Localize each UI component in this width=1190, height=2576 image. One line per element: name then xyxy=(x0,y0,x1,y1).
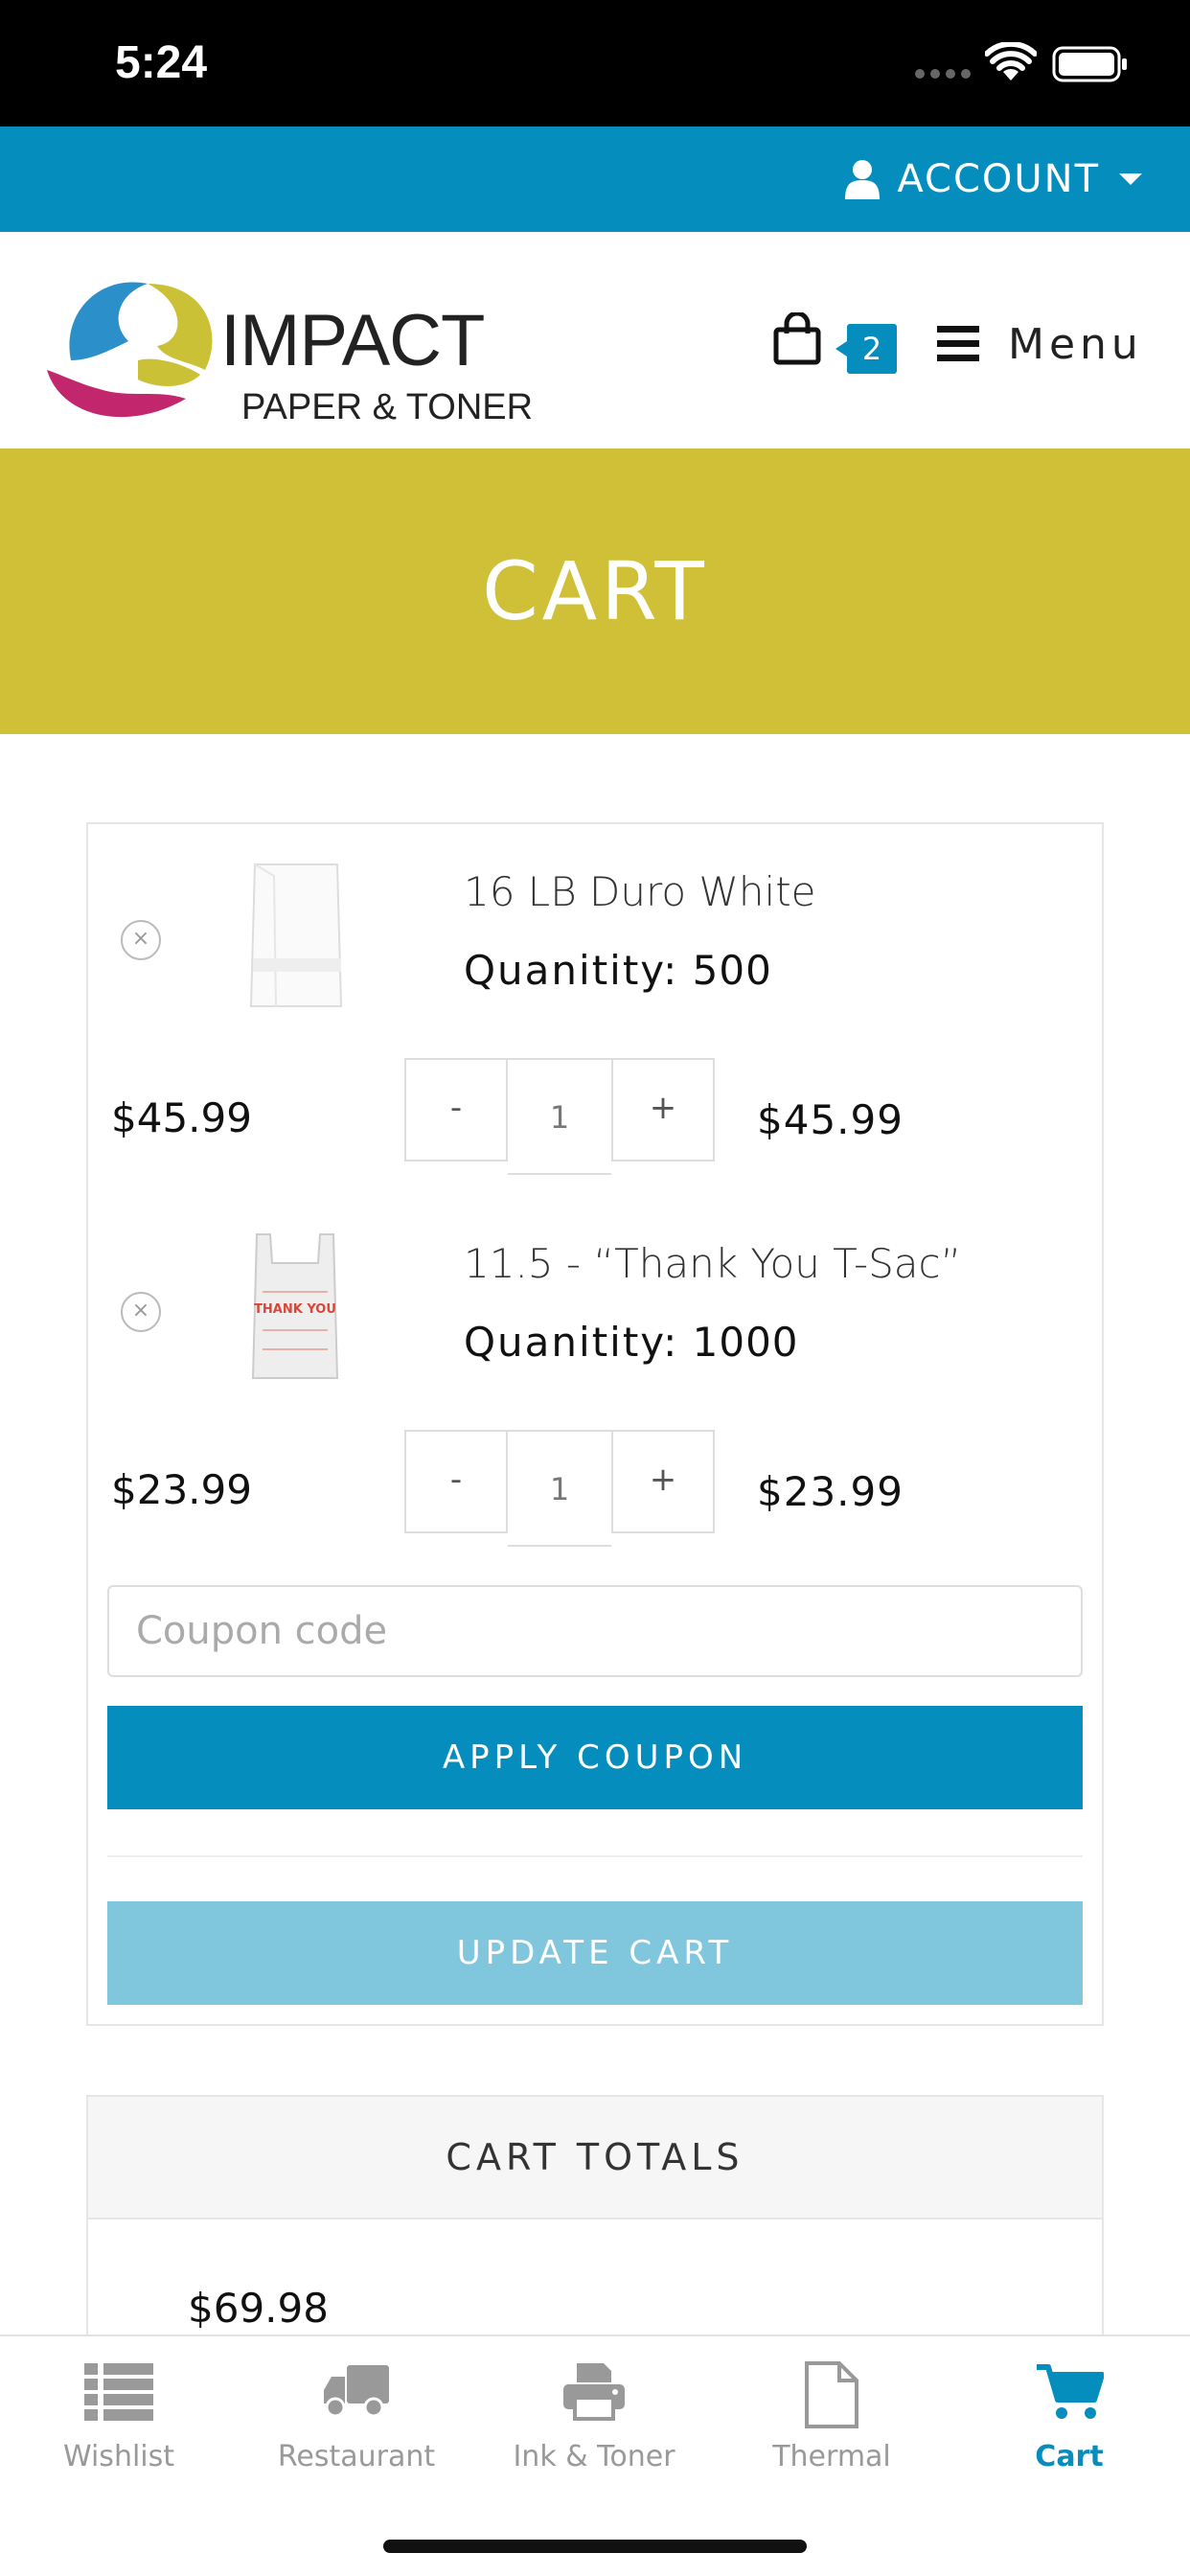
tab-wishlist[interactable]: Wishlist xyxy=(0,2336,238,2490)
caret-down-icon xyxy=(1119,173,1142,185)
item-price: $45.99 xyxy=(111,1094,252,1141)
home-indicator xyxy=(383,2540,807,2553)
tab-label: Cart xyxy=(1035,2440,1104,2473)
tab-cart[interactable]: Cart xyxy=(950,2336,1188,2490)
cart-totals-heading: CART TOTALS xyxy=(88,2097,1102,2220)
page-title-band: CART xyxy=(0,448,1190,734)
thumb-text: THANK YOU xyxy=(254,1302,336,1317)
quantity-stepper: - 1 + xyxy=(404,1430,715,1547)
tab-restaurant[interactable]: Restaurant xyxy=(238,2336,475,2490)
item-name: 11.5 - “Thank You T-Sac” xyxy=(464,1240,962,1287)
document-icon xyxy=(805,2361,858,2428)
account-bar: ACCOUNT xyxy=(0,126,1190,232)
account-label: ACCOUNT xyxy=(897,157,1100,201)
wifi-icon xyxy=(985,42,1037,80)
tab-label: Ink & Toner xyxy=(513,2440,675,2473)
cart-count-badge: 2 xyxy=(835,324,897,374)
tab-label: Thermal xyxy=(772,2440,891,2473)
logo[interactable]: IMPACT PAPER & TONER xyxy=(42,255,579,427)
menu-label: Menu xyxy=(1008,319,1143,369)
item-quantity-label: Quanitity: xyxy=(464,947,679,994)
item-name: 16 LB Duro White xyxy=(464,868,816,915)
item-subtotal: $23.99 xyxy=(757,1468,904,1515)
printer-icon xyxy=(563,2363,625,2421)
tab-ink-toner[interactable]: Ink & Toner xyxy=(475,2336,713,2490)
cart-item: × 16 LB Duro White Quanitity: 500 $45.99… xyxy=(88,824,1102,1188)
battery-icon xyxy=(1052,46,1127,82)
item-quantity-value: 500 xyxy=(692,947,772,994)
item-quantity-value: 1000 xyxy=(692,1319,799,1366)
item-quantity-label: Quanitity: xyxy=(464,1319,679,1366)
logo-tagline: PAPER & TONER xyxy=(241,387,534,427)
apply-coupon-button[interactable]: APPLY COUPON xyxy=(107,1706,1083,1809)
decrement-button[interactable]: - xyxy=(404,1430,508,1533)
list-icon xyxy=(84,2363,153,2421)
status-bar: 5:24 xyxy=(0,0,1190,126)
signal-icon xyxy=(915,69,971,79)
product-image: THANK YOU xyxy=(251,1233,339,1379)
logo-mark-icon xyxy=(47,282,213,418)
site-header: IMPACT PAPER & TONER 2 Menu xyxy=(0,232,1190,448)
cart-totals-panel: CART TOTALS $69.98 xyxy=(86,2095,1104,2354)
cart-item: × THANK YOU 11.5 - “Thank You T-Sac” Qua… xyxy=(88,1196,1102,1560)
quantity-input[interactable]: 1 xyxy=(508,1430,611,1547)
shopping-bag-icon[interactable] xyxy=(772,312,822,366)
coupon-code-input[interactable] xyxy=(107,1585,1083,1677)
truck-icon xyxy=(324,2365,389,2418)
tab-thermal[interactable]: Thermal xyxy=(713,2336,950,2490)
increment-button[interactable]: + xyxy=(611,1058,715,1162)
cart-totals-amount: $69.98 xyxy=(188,2285,329,2332)
quantity-stepper: - 1 + xyxy=(404,1058,715,1175)
hamburger-icon xyxy=(937,326,979,361)
item-price: $23.99 xyxy=(111,1466,252,1513)
remove-item-button[interactable]: × xyxy=(121,920,161,960)
item-quantity: Quanitity: 500 xyxy=(464,947,772,994)
cart-icon xyxy=(1037,2364,1104,2419)
quantity-input[interactable]: 1 xyxy=(508,1058,611,1175)
increment-button[interactable]: + xyxy=(611,1430,715,1533)
divider xyxy=(107,1855,1083,1857)
product-image xyxy=(249,863,343,1007)
item-quantity: Quanitity: 1000 xyxy=(464,1319,799,1366)
update-cart-button[interactable]: UPDATE CART xyxy=(107,1901,1083,2005)
tab-label: Wishlist xyxy=(62,2440,175,2473)
user-icon xyxy=(845,160,881,199)
account-dropdown[interactable]: ACCOUNT xyxy=(845,126,1144,232)
tab-label: Restaurant xyxy=(277,2440,436,2473)
status-time: 5:24 xyxy=(115,37,208,88)
cart-items-panel: × 16 LB Duro White Quanitity: 500 $45.99… xyxy=(86,822,1104,2026)
remove-item-button[interactable]: × xyxy=(121,1292,161,1332)
page-title: CART xyxy=(482,544,708,638)
decrement-button[interactable]: - xyxy=(404,1058,508,1162)
logo-wordmark: IMPACT xyxy=(220,300,485,381)
item-subtotal: $45.99 xyxy=(757,1096,904,1143)
menu-button[interactable]: Menu xyxy=(937,319,1143,369)
